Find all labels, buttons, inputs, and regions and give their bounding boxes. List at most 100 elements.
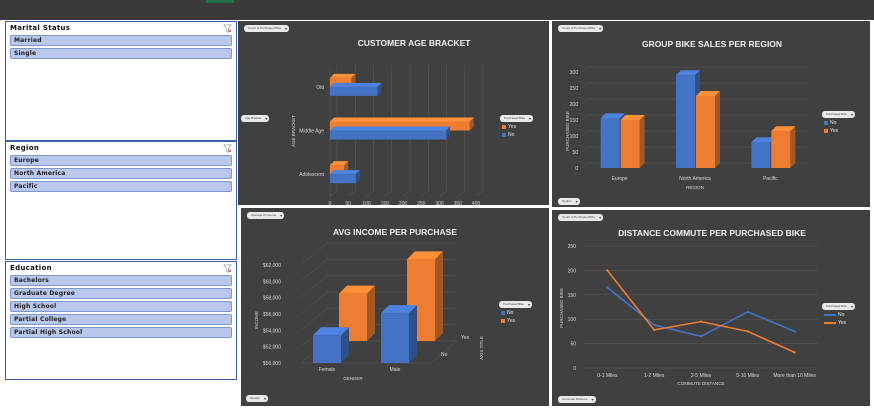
legend-item: Yes — [824, 127, 838, 135]
y-axis-title: PURCHASED BIKE — [559, 288, 564, 328]
chart-title: CUSTOMER AGE BRACKET — [358, 38, 472, 48]
gridline-foot — [581, 162, 589, 169]
bar-no — [751, 142, 771, 168]
ribbon-strip — [0, 0, 874, 20]
slicer-item-europe[interactable]: Europe — [10, 155, 232, 166]
y-tick-label: 300 — [570, 70, 579, 76]
y-tick-label: $56,000 — [263, 312, 281, 318]
legend-label: Yes — [508, 124, 517, 130]
slicer-item-single[interactable]: Single — [10, 48, 232, 59]
chart-panel-customer-age[interactable]: CUSTOMER AGE BRACKET 0 50 100 150 200 250 300 35… — [238, 21, 549, 205]
value-field-button[interactable]: Count of Purchased Bike — [244, 25, 290, 32]
bar-yes — [696, 96, 715, 168]
x-tick-label: 200 — [399, 201, 408, 205]
clear-filter-icon[interactable] — [223, 144, 232, 153]
slicer-item-high-school[interactable]: High School — [10, 301, 232, 312]
legend-swatch-no — [824, 121, 828, 125]
y-tick-label: 250 — [568, 244, 577, 250]
slicer-item-bachelors[interactable]: Bachelors — [10, 275, 232, 286]
depth-label-no: No — [441, 352, 448, 358]
bar-no-top — [330, 82, 382, 87]
axis-field-button[interactable]: Age Bracket — [241, 115, 270, 122]
slicer-title: Marital Status — [10, 24, 71, 32]
legend-field-button[interactable]: Purchased Bike — [500, 115, 534, 122]
y-axis-title: INCOME — [254, 311, 259, 329]
x-tick-label: More than 10 Miles — [773, 373, 816, 379]
slicer-region[interactable]: Region Europe North America Pacific — [5, 141, 237, 260]
data-point-no — [746, 310, 749, 314]
gridline-foot — [329, 190, 338, 197]
slicer-header: Region — [6, 142, 236, 154]
slicer-item-graduate-degree[interactable]: Graduate Degree — [10, 288, 232, 299]
x-tick-label: 250 — [417, 201, 426, 205]
y-tick-label: 100 — [568, 317, 577, 323]
y-tick-label: 0 — [575, 166, 578, 172]
bar-yes-side — [367, 285, 375, 341]
bar-yes-side — [435, 251, 443, 341]
y-tick-label: $52,000 — [263, 345, 281, 351]
bar-yes — [771, 131, 791, 168]
gridline-foot — [439, 190, 447, 197]
legend-item: Yes — [502, 123, 516, 131]
x-tick-label: 100 — [362, 201, 371, 205]
gridline-foot — [581, 146, 589, 153]
bar-no — [600, 118, 620, 168]
chart-panel-commute-distance[interactable]: DISTANCE COMMUTE PER PURCHASED BIKE 0 50 10… — [552, 210, 870, 406]
data-point-no — [653, 323, 656, 327]
value-field-button[interactable]: Count of Purchased Bike — [558, 25, 604, 32]
slicer-marital-status[interactable]: Marital Status Married Single — [5, 21, 237, 141]
x-tick-label: 5-10 Miles — [736, 373, 760, 379]
slicer-item-pacific[interactable]: Pacific — [10, 181, 232, 192]
gridline-foot — [300, 308, 328, 331]
value-field-button[interactable]: Count of Purchased Bike — [558, 214, 604, 221]
legend-item: Yes — [501, 317, 515, 325]
slicer-item-partial-college[interactable]: Partial College — [10, 314, 232, 325]
slicer-title: Education — [10, 264, 52, 272]
bar-no — [330, 130, 447, 140]
bar-no — [676, 75, 695, 168]
x-axis-title: COMMUTE DISTANCE — [678, 381, 725, 386]
y-tick-label: 200 — [570, 102, 579, 108]
legend-swatch-no — [501, 311, 505, 315]
chart-panel-region-sales[interactable]: GROUP BIKE SALES PER REGION 0 50 100 150 200 2… — [552, 21, 870, 207]
clear-filter-icon[interactable] — [223, 24, 232, 33]
chart-legend: No Yes — [824, 119, 838, 135]
legend-label: No — [838, 312, 845, 318]
axis-field-button[interactable]: Region — [558, 198, 580, 205]
legend-label: No — [507, 310, 514, 316]
chart-title: DISTANCE COMMUTE PER PURCHASED BIKE — [618, 228, 806, 238]
x-tick-label: 1-2 Miles — [644, 373, 665, 379]
axis-field-button[interactable]: Commute Distance — [558, 396, 596, 403]
depth-label-yes: Yes — [461, 335, 470, 341]
y-tick-label: $58,000 — [263, 296, 281, 302]
legend-item: No — [502, 131, 516, 139]
legend-field-button[interactable]: Purchased Bike — [822, 303, 856, 310]
clear-filter-icon[interactable] — [223, 264, 232, 273]
data-point-yes — [606, 269, 609, 272]
chart-legend: No Yes — [501, 309, 515, 325]
y-tick-label: 250 — [570, 86, 579, 92]
data-point-yes — [653, 328, 656, 332]
slicer-title: Region — [10, 144, 40, 152]
gridline-foot — [581, 130, 589, 137]
axis-field-button[interactable]: Gender — [246, 395, 269, 402]
gridline-foot — [300, 291, 328, 315]
legend-field-button[interactable]: Purchased Bike — [822, 111, 856, 118]
y-tick-label: 50 — [570, 342, 576, 348]
slicer-education[interactable]: Education Bachelors Graduate Degree High… — [5, 261, 237, 380]
chart-title: AVG INCOME PER PURCHASE — [333, 227, 457, 237]
y-tick-label: 200 — [568, 268, 577, 274]
legend-field-button[interactable]: Purchased Bike — [499, 301, 533, 308]
slicer-item-married[interactable]: Married — [10, 35, 232, 46]
bar-yes — [620, 120, 640, 168]
legend-line-no — [824, 314, 836, 316]
data-point-yes — [699, 320, 703, 323]
slicer-item-north-america[interactable]: North America — [10, 168, 232, 179]
chart-panel-avg-income[interactable]: AVG INCOME PER PURCHASE $50,000 $52,000 $54… — [241, 208, 549, 406]
slicer-item-partial-high-school[interactable]: Partial High School — [10, 327, 232, 338]
x-tick-label: 50 — [345, 201, 351, 205]
data-point-yes — [793, 351, 796, 354]
bar-yes-side — [639, 115, 645, 168]
value-field-button[interactable]: Average of Income — [247, 212, 285, 219]
y-tick-label: 50 — [572, 150, 578, 156]
